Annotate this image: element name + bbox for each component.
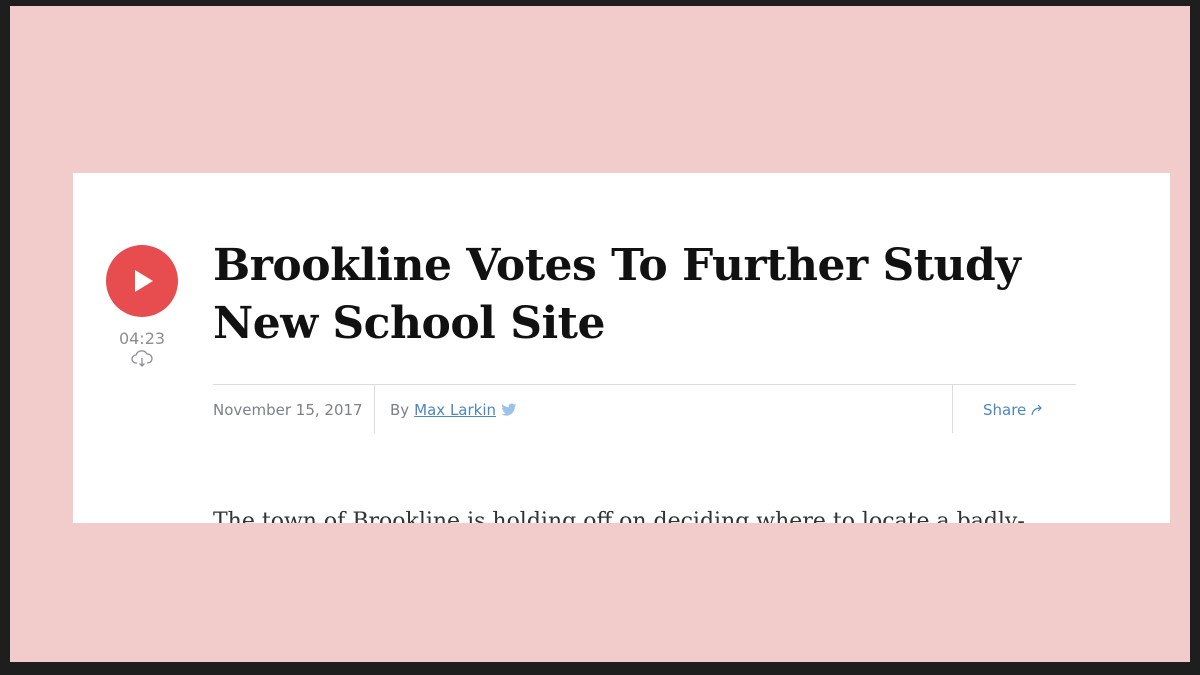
- share-button[interactable]: Share: [983, 401, 1044, 419]
- meta-divider: [952, 385, 953, 433]
- share-label: Share: [983, 401, 1027, 419]
- headline-line-1: Brookline Votes To Further Study: [213, 240, 1021, 291]
- audio-duration: 04:23: [118, 329, 166, 348]
- headline-line-2: New School Site: [213, 298, 606, 349]
- author-link[interactable]: Max Larkin: [414, 401, 496, 419]
- play-icon: [135, 270, 153, 292]
- audio-player: 04:23: [106, 245, 178, 368]
- article-headline: Brookline Votes To Further Study New Sch…: [213, 237, 1113, 353]
- play-button[interactable]: [106, 245, 178, 317]
- byline: By Max Larkin: [390, 401, 517, 419]
- twitter-icon[interactable]: [501, 403, 517, 417]
- publish-date: November 15, 2017: [213, 401, 363, 419]
- article-meta-bar: November 15, 2017 By Max Larkin Share: [213, 384, 1076, 433]
- article-body-first-line: The town of Brookline is holding off on …: [213, 509, 1025, 523]
- share-arrow-icon: [1031, 404, 1043, 416]
- download-button[interactable]: [106, 350, 178, 368]
- byline-prefix: By: [390, 401, 410, 419]
- screenshot-frame: 04:23 Brookline Votes To Further Study N…: [10, 6, 1190, 662]
- article-card: 04:23 Brookline Votes To Further Study N…: [73, 173, 1170, 523]
- meta-divider: [374, 385, 375, 433]
- download-icon: [131, 350, 153, 367]
